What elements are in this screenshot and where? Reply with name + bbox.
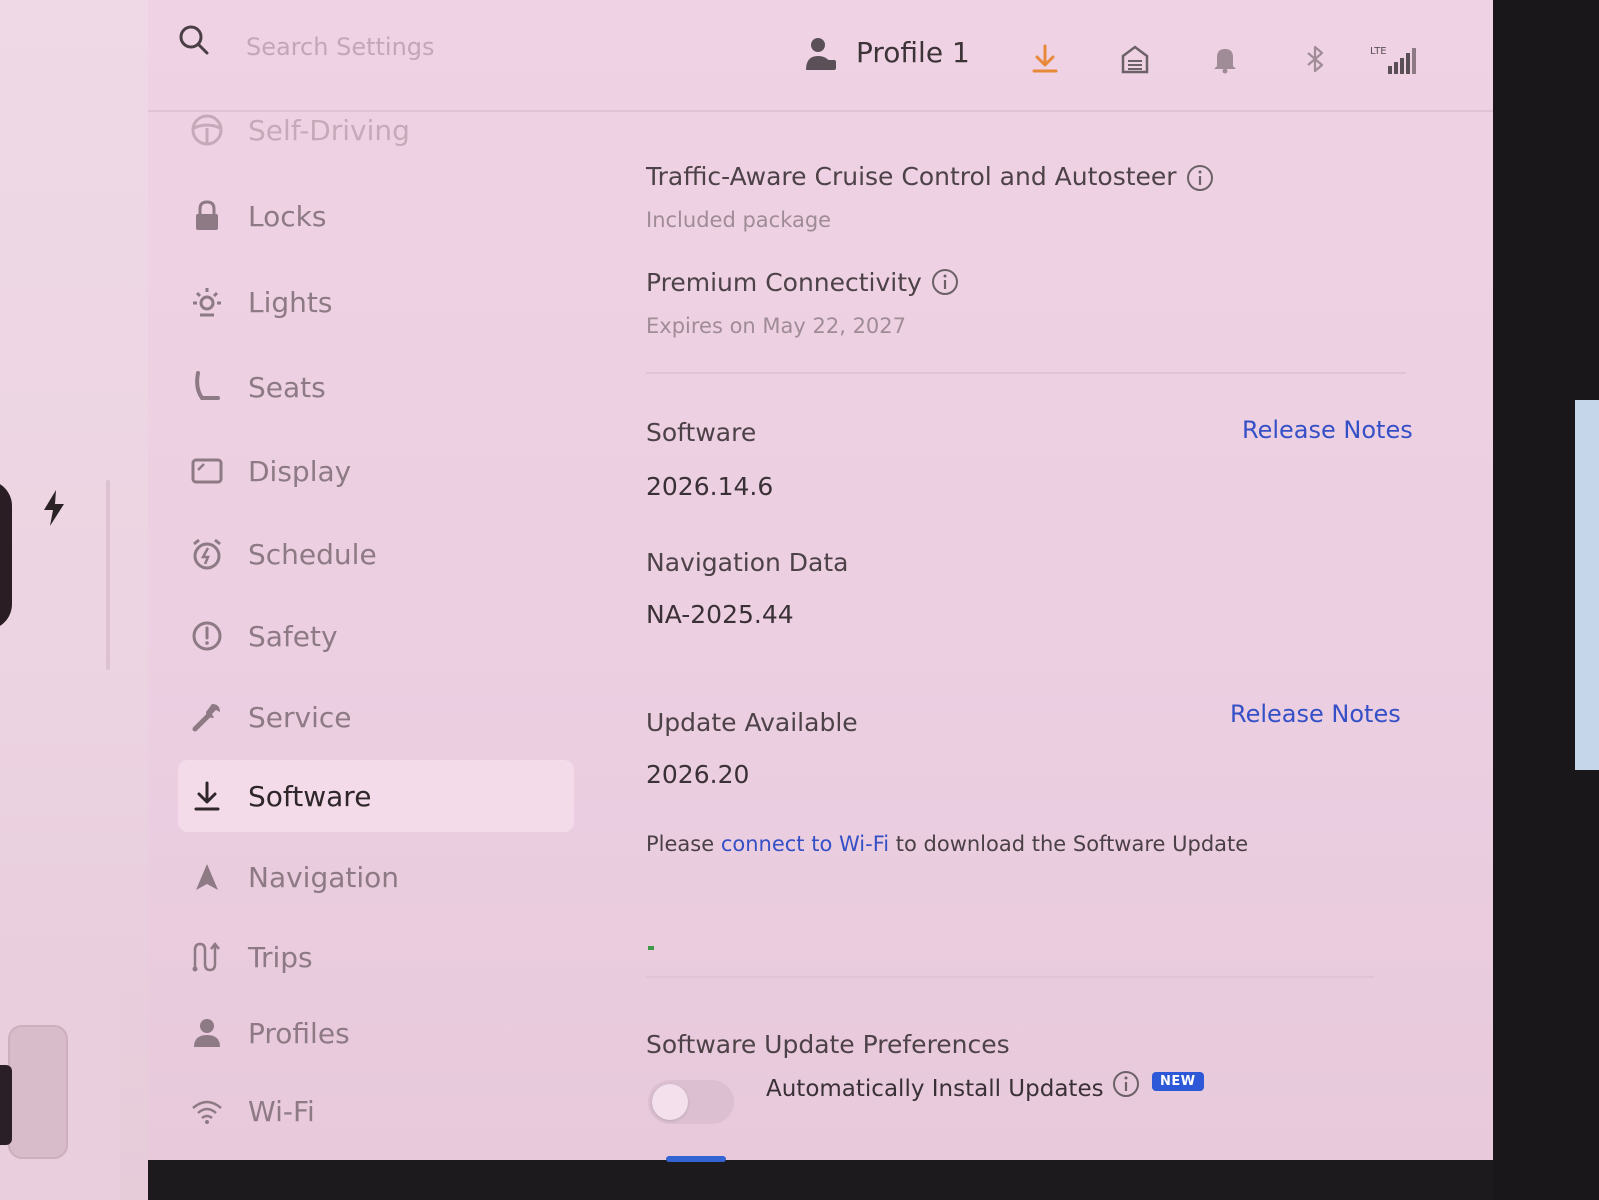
download-icon xyxy=(194,781,220,811)
screen: Profile 1 LTE xyxy=(0,0,1599,1200)
navigation-data-label: Navigation Data xyxy=(646,548,849,577)
new-badge: NEW xyxy=(1152,1072,1204,1091)
sidebar-item-display[interactable]: Display xyxy=(178,436,574,506)
bell-icon[interactable] xyxy=(1210,44,1240,74)
update-available-label: Update Available xyxy=(646,708,858,737)
auto-install-label: Automatically Install Updates xyxy=(766,1076,1104,1102)
section-divider xyxy=(646,976,1374,978)
lock-icon xyxy=(196,200,218,230)
release-notes-link[interactable]: Release Notes xyxy=(1242,416,1413,444)
car-silhouette xyxy=(0,480,12,630)
wifi-icon xyxy=(192,1100,222,1124)
update-release-notes-link[interactable]: Release Notes xyxy=(1230,700,1401,728)
display-icon xyxy=(191,458,223,484)
package-subtitle: Included package xyxy=(646,208,832,232)
profile-icon[interactable] xyxy=(804,36,838,72)
sidebar-item-software[interactable]: Software xyxy=(178,760,574,832)
toggle-knob xyxy=(652,1084,688,1120)
bluetooth-icon[interactable] xyxy=(1300,44,1330,74)
sidebar-item-seats[interactable]: Seats xyxy=(178,352,574,422)
settings-sidebar: Self-Driving Locks Lights Seats Display … xyxy=(178,110,578,1160)
sidebar-item-navigation[interactable]: Navigation xyxy=(178,842,574,912)
sidebar-item-lights[interactable]: Lights xyxy=(178,267,574,337)
search-input[interactable] xyxy=(244,26,568,68)
sidebar-item-profiles[interactable]: Profiles xyxy=(178,998,574,1068)
garage-icon[interactable] xyxy=(1120,44,1150,74)
screen-bezel xyxy=(1493,0,1599,1200)
sidebar-item-safety[interactable]: Safety xyxy=(178,601,574,671)
software-content: Traffic-Aware Cruise Control and Autoste… xyxy=(646,110,1426,1160)
adjacent-screen xyxy=(1575,400,1599,770)
navigation-data-version: NA-2025.44 xyxy=(646,600,794,629)
car-door-indicator xyxy=(0,1065,12,1145)
cellular-signal-icon xyxy=(1388,48,1416,74)
info-icon[interactable] xyxy=(1112,1070,1140,1098)
connectivity-subtitle: Expires on May 22, 2027 xyxy=(646,314,907,338)
settings-panel: Profile 1 LTE xyxy=(148,0,1493,1162)
section-divider xyxy=(646,372,1406,374)
update-preferences-title: Software Update Preferences xyxy=(646,1030,1010,1059)
person-icon xyxy=(194,1019,220,1047)
sidebar-item-wifi[interactable]: Wi-Fi xyxy=(178,1076,574,1146)
alert-icon xyxy=(192,621,222,651)
connectivity-title: Premium Connectivity xyxy=(646,268,922,297)
progress-indicator xyxy=(648,946,654,950)
sidebar-item-trips[interactable]: Trips xyxy=(178,922,574,992)
download-status-icon[interactable] xyxy=(1030,44,1060,74)
scroll-indicator xyxy=(666,1156,726,1162)
info-icon[interactable] xyxy=(931,268,959,296)
package-title: Traffic-Aware Cruise Control and Autoste… xyxy=(646,162,1177,191)
connect-wifi-link[interactable]: connect to Wi-Fi xyxy=(721,832,889,856)
sidebar-item-locks[interactable]: Locks xyxy=(178,181,574,251)
car-view-strip xyxy=(0,0,148,1200)
navigation-arrow-icon xyxy=(196,864,218,890)
sidebar-item-service[interactable]: Service xyxy=(178,682,574,752)
info-icon[interactable] xyxy=(1186,164,1214,192)
software-label: Software xyxy=(646,418,757,447)
profile-label[interactable]: Profile 1 xyxy=(856,36,970,69)
trips-icon xyxy=(192,941,220,972)
panel-drag-handle[interactable] xyxy=(106,480,110,670)
update-version: 2026.20 xyxy=(646,760,750,789)
alarm-icon xyxy=(193,538,221,570)
charging-bolt-icon xyxy=(44,490,64,526)
steering-wheel-icon xyxy=(191,114,223,146)
seat-icon xyxy=(195,371,220,400)
light-icon xyxy=(193,288,221,317)
sidebar-item-schedule[interactable]: Schedule xyxy=(178,519,574,589)
auto-install-toggle[interactable] xyxy=(648,1080,734,1124)
wifi-notice: Please connect to Wi-Fi to download the … xyxy=(646,832,1249,856)
sidebar-item-self-driving[interactable]: Self-Driving xyxy=(178,95,574,165)
software-version: 2026.14.6 xyxy=(646,472,774,501)
car-seat-icon xyxy=(8,1025,68,1159)
wrench-icon xyxy=(192,704,220,732)
search-icon[interactable] xyxy=(178,24,210,56)
